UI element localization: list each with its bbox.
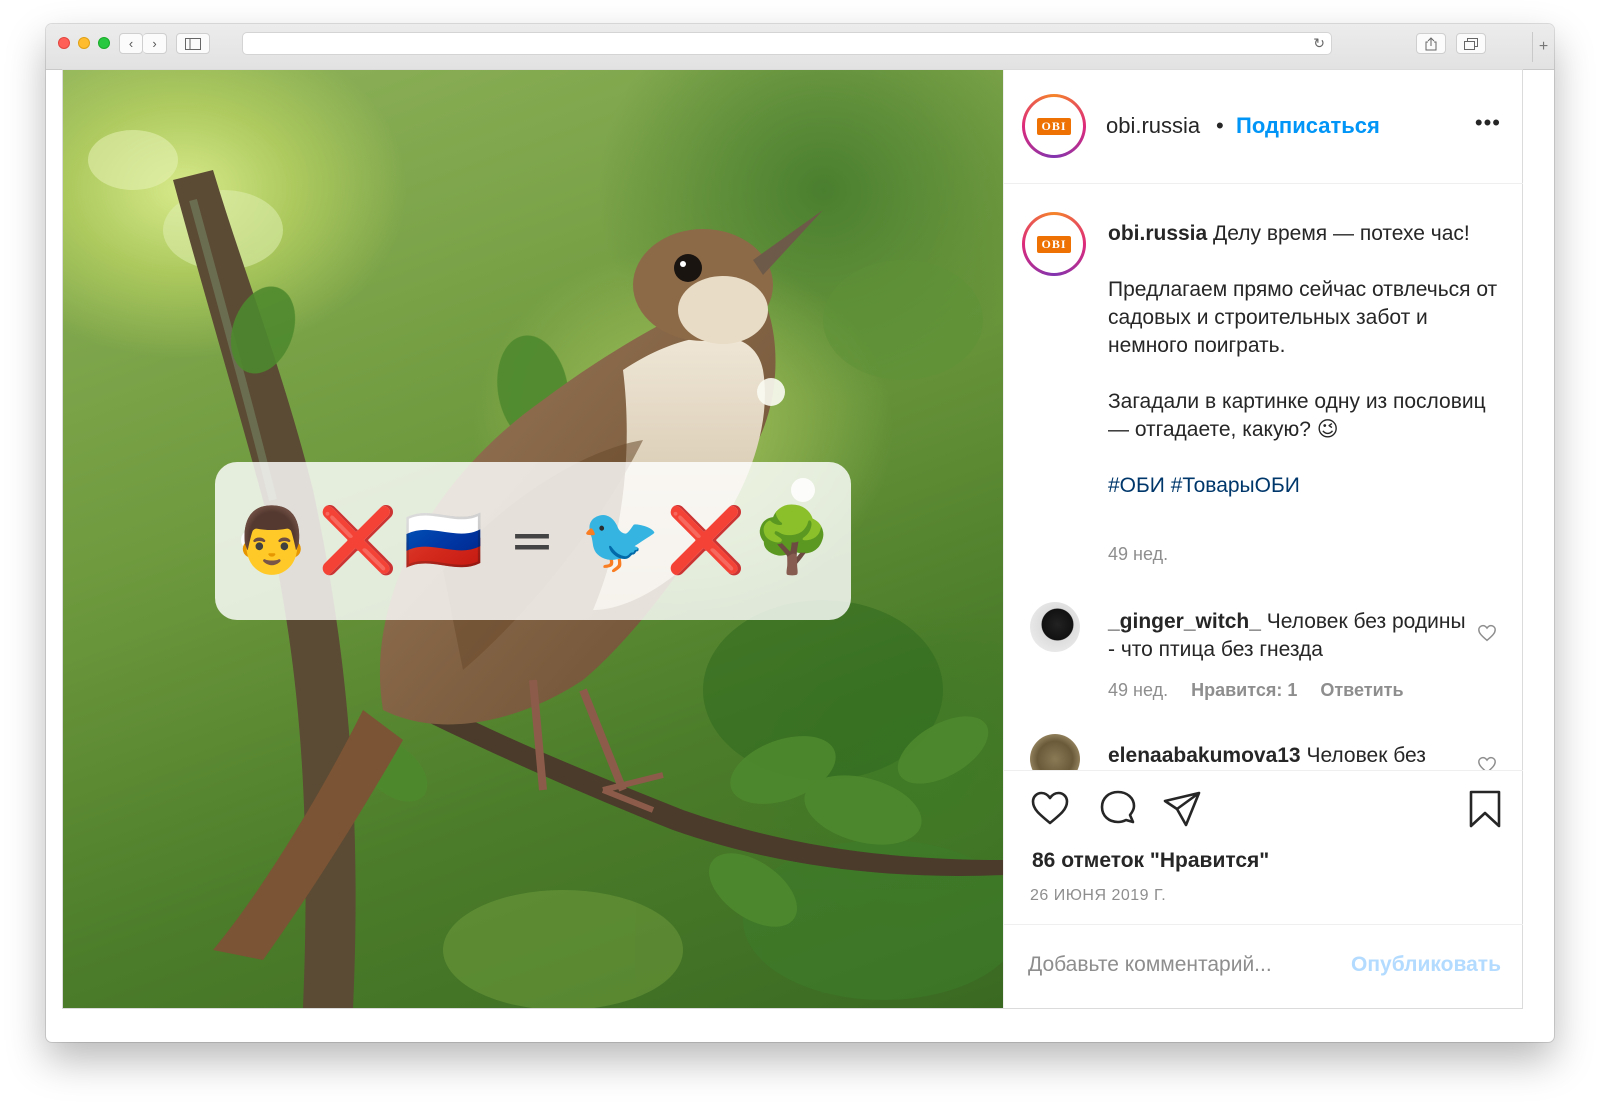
cross-emoji-icon: ❌ <box>666 504 748 578</box>
share-button[interactable] <box>1416 33 1446 54</box>
heart-icon[interactable] <box>1030 789 1070 829</box>
caption-line: Делу время — потехе час! <box>1213 222 1470 245</box>
cross-emoji-icon: ❌ <box>318 504 400 578</box>
obi-logo: OBI <box>1037 117 1071 135</box>
equals-sign: = <box>509 509 557 572</box>
rebus-puzzle: 👨 ❌ 🇷🇺 = 🐦 ❌ 🌳 <box>215 462 851 620</box>
browser-toolbar: ‹ › ↻ + <box>46 24 1554 70</box>
post-sidebar: OBI obi.russia • Подписаться ••• OBI obi… <box>1003 70 1523 1008</box>
chevron-left-icon: ‹ <box>128 36 134 51</box>
separator-dot: • <box>1216 113 1224 138</box>
comment-bubble-icon[interactable] <box>1098 789 1138 829</box>
minimize-window-button[interactable] <box>78 37 90 49</box>
avatar[interactable] <box>1030 602 1080 652</box>
russia-flag-emoji-icon: 🇷🇺 <box>403 504 486 578</box>
more-options-icon[interactable]: ••• <box>1475 110 1501 136</box>
avatar[interactable]: OBI <box>1022 94 1086 158</box>
forward-button[interactable]: › <box>143 33 167 54</box>
avatar[interactable]: OBI <box>1022 212 1086 276</box>
comment-timestamp[interactable]: 49 нед. <box>1108 680 1168 700</box>
send-icon[interactable] <box>1162 789 1202 829</box>
rebus-overlay: 👨 ❌ 🇷🇺 = 🐦 ❌ 🌳 <box>215 462 851 620</box>
caption-hashtags[interactable]: #ОБИ #ТоварыОБИ <box>1108 472 1508 500</box>
post-actions: 86 отметок "Нравится" 26 ИЮНЯ 2019 Г. <box>1004 770 1523 924</box>
back-button[interactable]: ‹ <box>119 33 143 54</box>
comment-input[interactable] <box>1028 953 1328 977</box>
add-comment-bar: Опубликовать <box>1004 924 1523 1008</box>
chevron-right-icon: › <box>152 36 157 51</box>
share-icon <box>1425 37 1437 51</box>
browser-window: ‹ › ↻ + 👨 ❌ 🇷🇺 = 🐦 ❌ 🌳 OBI obi.russia • … <box>46 24 1554 1042</box>
comment-username[interactable]: elenaabakumova13 <box>1108 744 1301 767</box>
comment-like-heart-icon[interactable] <box>1477 624 1497 642</box>
sidebar-toggle-button[interactable] <box>176 33 210 54</box>
address-bar[interactable]: ↻ <box>242 32 1332 55</box>
instagram-post-modal: 👨 ❌ 🇷🇺 = 🐦 ❌ 🌳 OBI obi.russia • Подписат… <box>62 69 1523 1009</box>
post-image[interactable]: 👨 ❌ 🇷🇺 = 🐦 ❌ 🌳 <box>63 70 1003 1008</box>
post-caption: obi.russia Делу время — потехе час! Пред… <box>1108 220 1508 500</box>
sidebar-icon <box>185 38 201 50</box>
bookmark-icon[interactable] <box>1465 789 1505 829</box>
likes-count[interactable]: 86 отметок "Нравится" <box>1032 849 1269 873</box>
comment-likes[interactable]: Нравится: 1 <box>1191 680 1297 700</box>
new-tab-button[interactable]: + <box>1532 32 1554 62</box>
comment-username[interactable]: _ginger_witch_ <box>1108 610 1261 633</box>
comment: _ginger_witch_ Человек без родины - что … <box>1108 608 1478 664</box>
maximize-window-button[interactable] <box>98 37 110 49</box>
avatar[interactable] <box>1030 734 1080 770</box>
close-window-button[interactable] <box>58 37 70 49</box>
tabs-icon <box>1464 38 1478 50</box>
comment-like-heart-icon[interactable] <box>1477 756 1497 770</box>
publish-button[interactable]: Опубликовать <box>1351 953 1501 977</box>
reload-icon[interactable]: ↻ <box>1313 35 1325 52</box>
caption-timestamp[interactable]: 49 нед. <box>1108 544 1168 565</box>
reply-button[interactable]: Ответить <box>1320 680 1403 700</box>
comment-meta: 49 нед. Нравится: 1 Ответить <box>1108 680 1422 701</box>
header-username[interactable]: obi.russia <box>1106 113 1200 139</box>
comment-text: Человек без <box>1306 744 1426 767</box>
post-header: OBI obi.russia • Подписаться ••• <box>1004 70 1523 184</box>
caption-paragraph: Загадали в картинке одну из пословиц — о… <box>1108 390 1486 441</box>
post-date[interactable]: 26 ИЮНЯ 2019 Г. <box>1030 887 1166 905</box>
caption-paragraph: Предлагаем прямо сейчас отвлечься от сад… <box>1108 278 1498 357</box>
tree-emoji-icon: 🌳 <box>752 504 834 578</box>
bird-emoji-icon: 🐦 <box>580 504 663 578</box>
caption-username[interactable]: obi.russia <box>1108 222 1207 245</box>
comment: elenaabakumova13 Человек без <box>1108 742 1478 770</box>
show-tabs-button[interactable] <box>1456 33 1486 54</box>
man-emoji-icon: 👨 <box>232 504 314 578</box>
follow-button[interactable]: Подписаться <box>1236 113 1380 139</box>
comments-list[interactable]: OBI obi.russia Делу время — потехе час! … <box>1004 184 1523 770</box>
obi-logo: OBI <box>1037 235 1071 253</box>
